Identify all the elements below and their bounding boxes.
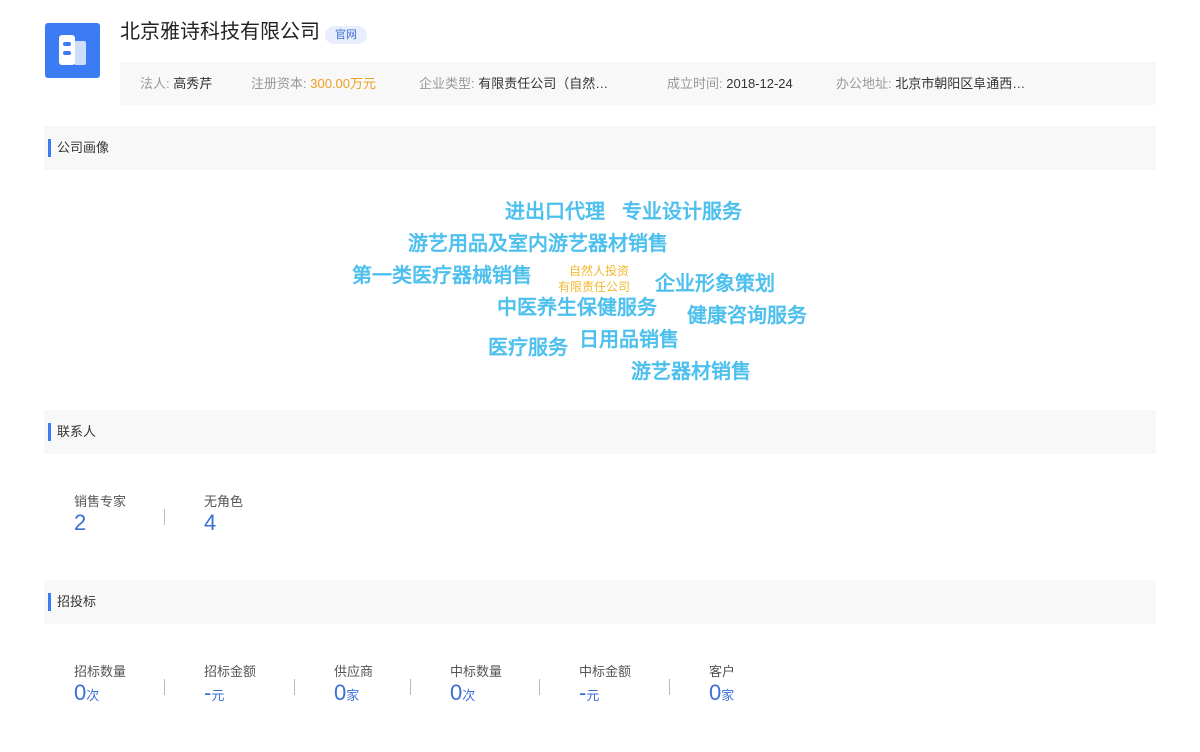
company-type-value: 有限责任公司（自然…	[478, 76, 609, 91]
cloud-word: 第一类医疗器械销售	[352, 265, 532, 287]
contact-stat-no-role[interactable]: 无角色 4	[204, 493, 243, 536]
bidding-stat-tender-amount[interactable]: 招标金额 -元	[204, 663, 256, 709]
section-title: 公司画像	[57, 140, 110, 155]
office-address: 办公地址: 北京市朝阳区阜通西…	[836, 76, 1026, 91]
section-title: 招投标	[57, 594, 97, 609]
cloud-word: 游艺器材销售	[631, 361, 751, 383]
cloud-word: 医疗服务	[488, 337, 568, 359]
bidding-stat-award-amount[interactable]: 中标金额 -元	[579, 663, 631, 709]
cloud-word: 中医养生保健服务	[497, 297, 657, 319]
divider	[410, 679, 411, 695]
divider	[294, 679, 295, 695]
founded-date: 成立时间: 2018-12-24	[667, 76, 793, 91]
cloud-word: 企业形象策划	[655, 273, 775, 295]
section-contacts: 联系人	[44, 410, 1156, 454]
section-title: 联系人	[57, 424, 97, 439]
cloud-word: 健康咨询服务	[687, 305, 807, 327]
bidding-stat-customers[interactable]: 客户 0家	[709, 663, 735, 709]
company-name: 北京雅诗科技有限公司	[120, 21, 320, 43]
building-icon	[59, 35, 86, 65]
company-info-bar: 法人: 高秀芹 注册资本: 300.00万元 企业类型: 有限责任公司（自然… …	[120, 62, 1156, 105]
legal-person-value: 高秀芹	[173, 76, 213, 91]
founded-date-value: 2018-12-24	[726, 76, 793, 91]
divider	[164, 509, 165, 525]
legal-person: 法人: 高秀芹	[140, 76, 213, 91]
registered-capital: 注册资本: 300.00万元	[251, 76, 377, 91]
divider	[164, 679, 165, 695]
bidding-stat-suppliers[interactable]: 供应商 0家	[334, 663, 373, 709]
cloud-word: 专业设计服务	[622, 201, 742, 223]
section-bidding: 招投标	[44, 580, 1156, 624]
cloud-word: 日用品销售	[579, 329, 679, 351]
cloud-word: 进出口代理	[505, 201, 605, 223]
cloud-small-word: 有限责任公司	[558, 280, 631, 294]
divider	[539, 679, 540, 695]
section-company-portrait: 公司画像	[44, 126, 1156, 170]
company-logo	[45, 23, 100, 78]
company-type: 企业类型: 有限责任公司（自然…	[419, 76, 609, 91]
divider	[669, 679, 670, 695]
contact-stat-sales-expert[interactable]: 销售专家 2	[74, 493, 126, 536]
bidding-stat-tender-count[interactable]: 招标数量 0次	[74, 663, 126, 709]
cloud-small-word: 自然人投资	[569, 264, 630, 278]
official-site-badge[interactable]: 官网	[325, 26, 367, 44]
office-address-value: 北京市朝阳区阜通西…	[895, 76, 1026, 91]
cloud-word: 游艺用品及室内游艺器材销售	[408, 233, 668, 255]
registered-capital-value: 300.00万元	[310, 76, 377, 91]
bidding-stat-award-count[interactable]: 中标数量 0次	[450, 663, 502, 709]
